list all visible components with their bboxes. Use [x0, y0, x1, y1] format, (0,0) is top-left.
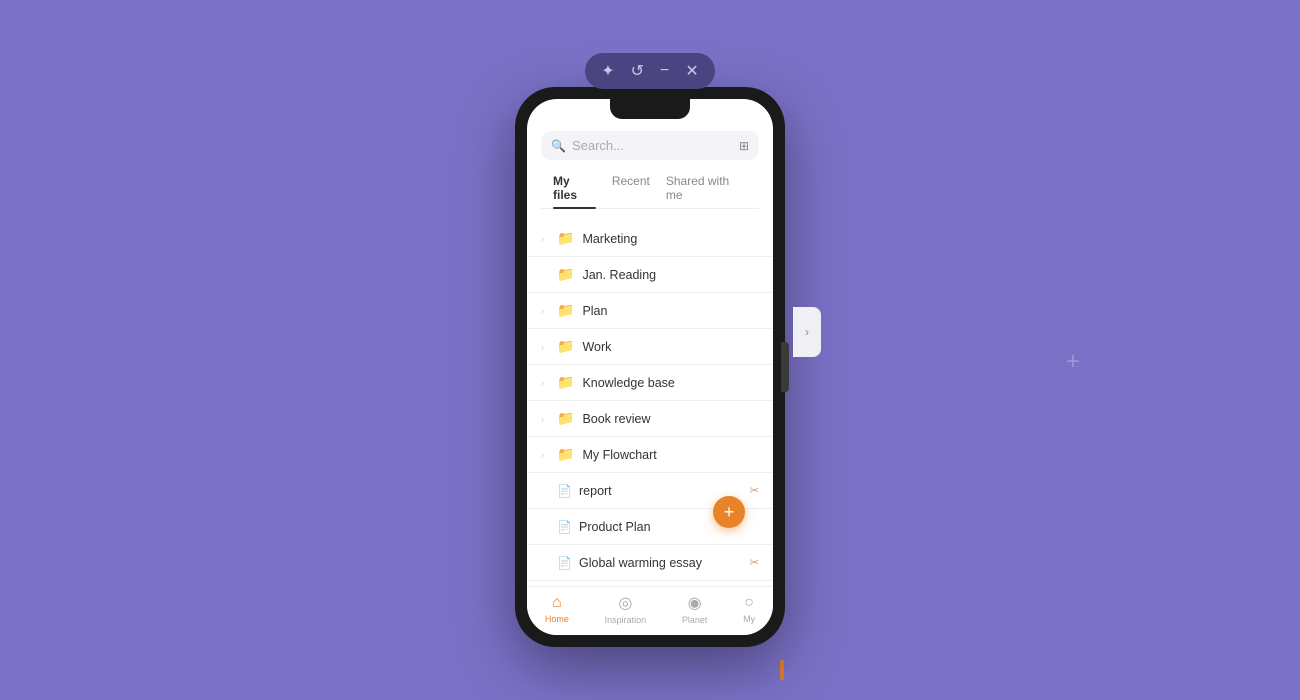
list-item[interactable]: 📁 Jan. Reading: [527, 257, 773, 293]
file-name: Marketing: [582, 232, 759, 246]
file-name: Jan. Reading: [582, 268, 759, 282]
list-item[interactable]: › 📁 Knowledge base: [527, 365, 773, 401]
folder-icon: 📁: [557, 230, 574, 247]
minimize-icon[interactable]: −: [660, 62, 669, 80]
search-placeholder: Search...: [572, 138, 733, 153]
side-arrow-panel[interactable]: ›: [793, 307, 821, 357]
tab-recent[interactable]: Recent: [604, 170, 658, 208]
inspiration-icon: ◎: [618, 593, 632, 613]
phone-notch: [610, 99, 690, 119]
chevron-icon: ›: [541, 378, 549, 388]
file-name: Global warming essay: [579, 556, 742, 570]
fab-button[interactable]: +: [713, 496, 745, 528]
doc-icon: 📄: [557, 556, 571, 570]
grid-view-icon[interactable]: ⊞: [739, 139, 749, 153]
planet-icon: ◉: [688, 593, 702, 613]
share-icon: ✂: [750, 484, 759, 497]
chevron-icon: ›: [541, 342, 549, 352]
close-icon[interactable]: ✕: [685, 61, 698, 81]
my-icon: ○: [744, 594, 754, 612]
file-name: Work: [582, 340, 759, 354]
list-item[interactable]: › 📁 Marketing: [527, 221, 773, 257]
sparkle-icon[interactable]: ✦: [601, 61, 614, 81]
search-bar[interactable]: 🔍 Search... ⊞: [541, 131, 759, 160]
file-name: My Flowchart: [582, 448, 759, 462]
bottom-nav: ⌂ Home ◎ Inspiration ◉ Planet ○ My: [527, 586, 773, 635]
nav-item-planet[interactable]: ◉ Planet: [682, 593, 708, 625]
nav-item-my[interactable]: ○ My: [743, 594, 755, 624]
list-item[interactable]: › 📁 My Flowchart: [527, 437, 773, 473]
undo-icon[interactable]: ↺: [631, 61, 644, 81]
nav-item-home[interactable]: ⌂ Home: [545, 594, 569, 624]
folder-icon: 📁: [557, 266, 574, 283]
search-icon: 🔍: [551, 139, 566, 153]
chevron-icon: ›: [541, 414, 549, 424]
tab-bar: My files Recent Shared with me: [541, 170, 759, 209]
folder-icon: 📁: [557, 446, 574, 463]
folder-icon: 📁: [557, 338, 574, 355]
nav-label-home: Home: [545, 614, 569, 624]
share-icon: ✂: [750, 556, 759, 569]
list-item[interactable]: 📄 Global warming essay ✂: [527, 545, 773, 581]
nav-label-inspiration: Inspiration: [605, 615, 647, 625]
plus-icon-bg: +: [1066, 350, 1080, 374]
phone-screen: 🔍 Search... ⊞ My files Recent Shared wit…: [527, 99, 773, 635]
file-name: Plan: [582, 304, 759, 318]
folder-icon: 📁: [557, 302, 574, 319]
home-icon: ⌂: [552, 594, 562, 612]
list-item[interactable]: › 📁 Work: [527, 329, 773, 365]
doc-icon: 📄: [557, 484, 571, 498]
tab-my-files[interactable]: My files: [545, 170, 604, 208]
folder-icon: 📁: [557, 374, 574, 391]
chevron-icon: ›: [541, 450, 549, 460]
doc-icon: 📄: [557, 520, 571, 534]
file-name: Knowledge base: [582, 376, 759, 390]
nav-label-planet: Planet: [682, 615, 708, 625]
phone-side-button: [781, 342, 789, 392]
tab-shared[interactable]: Shared with me: [658, 170, 755, 208]
phone-wrapper: ✦ ↺ − ✕ › 🔍 Search... ⊞ My files: [515, 53, 785, 647]
toolbar: ✦ ↺ − ✕: [585, 53, 715, 89]
file-name: Book review: [582, 412, 759, 426]
file-list: › 📁 Marketing 📁 Jan. Reading › 📁 Plan ›: [527, 217, 773, 586]
folder-icon: 📁: [557, 410, 574, 427]
nav-item-inspiration[interactable]: ◎ Inspiration: [605, 593, 647, 625]
file-name: report: [579, 484, 742, 498]
chevron-icon: ›: [541, 234, 549, 244]
phone-frame: › 🔍 Search... ⊞ My files Recent: [515, 87, 785, 647]
list-item[interactable]: › 📁 Plan: [527, 293, 773, 329]
chevron-icon: ›: [541, 306, 549, 316]
list-item[interactable]: › 📁 Book review: [527, 401, 773, 437]
orange-dot: [780, 660, 784, 680]
nav-label-my: My: [743, 614, 755, 624]
